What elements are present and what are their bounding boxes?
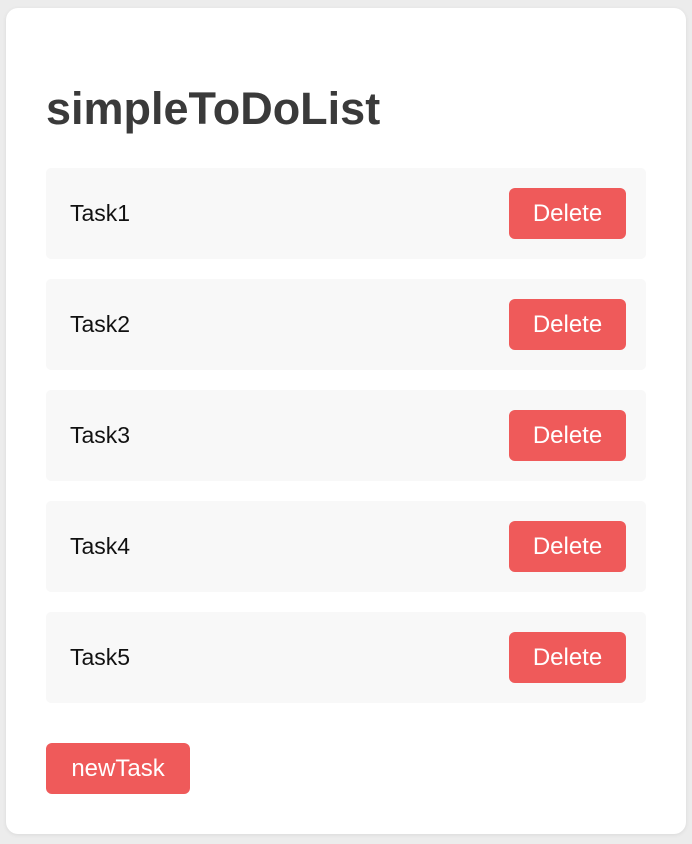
task-label: Task4 [70,533,131,559]
delete-task-button[interactable]: Delete [509,632,626,683]
delete-task-button[interactable]: Delete [509,299,626,350]
task-item: Task5 Delete [46,612,646,703]
task-label: Task3 [70,422,131,448]
delete-task-button[interactable]: Delete [509,188,626,239]
task-item: Task3 Delete [46,390,646,481]
task-item: Task1 Delete [46,168,646,259]
task-item: Task4 Delete [46,501,646,592]
task-label: Task2 [70,311,131,337]
new-task-button[interactable]: newTask [46,743,190,794]
delete-task-button[interactable]: Delete [509,521,626,572]
task-item: Task2 Delete [46,279,646,370]
todo-card: simpleToDoList Task1 Delete Task2 Delete… [6,8,686,834]
task-list: Task1 Delete Task2 Delete Task3 Delete T… [46,168,646,723]
task-label: Task5 [70,644,131,670]
delete-task-button[interactable]: Delete [509,410,626,461]
page-title: simpleToDoList [46,83,381,134]
task-label: Task1 [70,200,131,226]
